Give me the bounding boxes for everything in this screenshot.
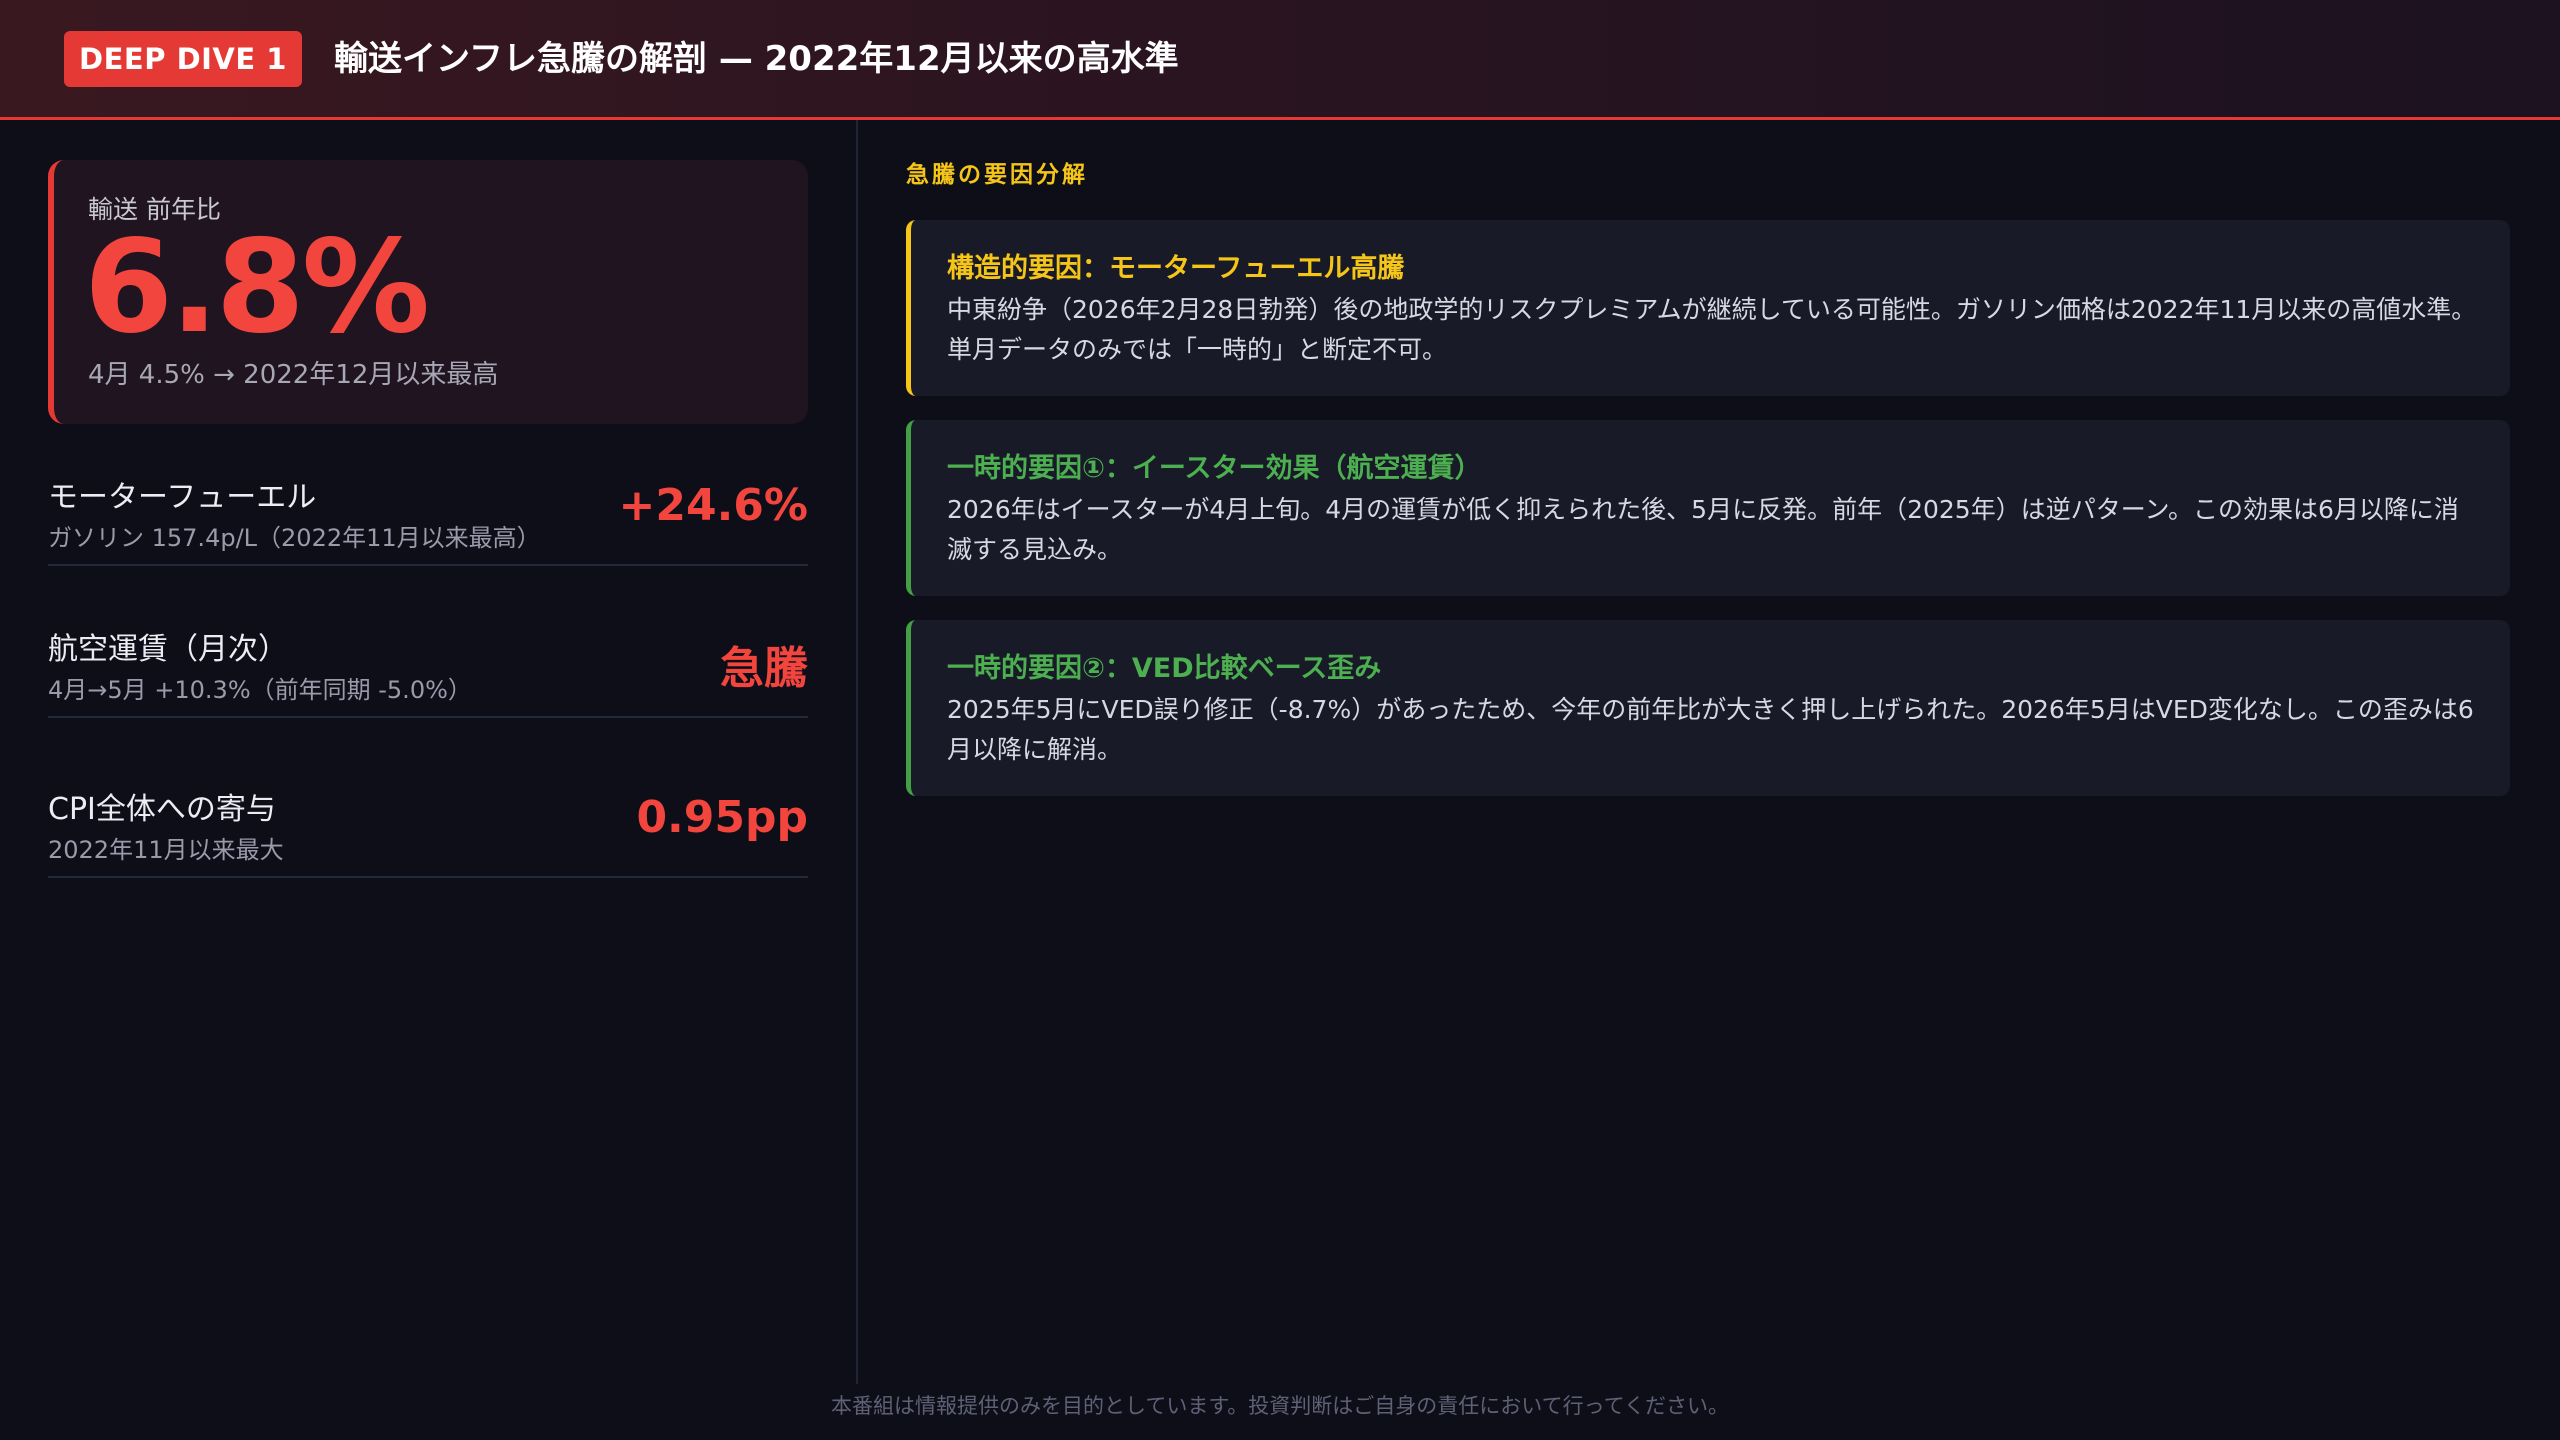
- hero-value: 6.8%: [84, 213, 430, 362]
- factor-card-ved: 一時的要因②：VED比較ベース歪み 2025年5月にVED誤り修正（-8.7%）…: [906, 620, 2510, 796]
- factor-body: 中東紛争（2026年2月28日勃発）後の地政学的リスクプレミアムが継続している可…: [947, 295, 2477, 364]
- metric-name: 航空運賃（月次）: [48, 632, 288, 667]
- column-divider: [856, 120, 858, 1384]
- header-bar: DEEP DIVE 1 輸送インフレ急騰の解剖 — 2022年12月以来の高水準: [0, 0, 2560, 120]
- factor-title: 構造的要因：モーターフューエル高騰: [947, 253, 1405, 284]
- analysis-section-title: 急騰の要因分解: [906, 162, 1088, 188]
- metric-subtext: 2022年11月以来最大: [48, 836, 284, 864]
- metric-row-cpi-contribution: CPI全体への寄与 2022年11月以来最大 0.95pp: [48, 774, 808, 878]
- metric-value: 0.95pp: [636, 792, 808, 843]
- disclaimer-footer: 本番組は情報提供のみを目的としています。投資判断はご自身の責任において行ってくだ…: [831, 1394, 1729, 1418]
- metric-subtext: 4月→5月 +10.3%（前年同期 -5.0%）: [48, 676, 472, 704]
- factor-body: 2025年5月にVED誤り修正（-8.7%）があったため、今年の前年比が大きく押…: [947, 695, 2474, 764]
- factor-card-structural: 構造的要因：モーターフューエル高騰 中東紛争（2026年2月28日勃発）後の地政…: [906, 220, 2510, 396]
- page-title: 輸送インフレ急騰の解剖 — 2022年12月以来の高水準: [334, 39, 1179, 79]
- hero-card: 輸送 前年比 6.8% 4月 4.5% → 2022年12月以来最高: [48, 160, 808, 424]
- metric-name: CPI全体への寄与: [48, 792, 276, 827]
- metric-subtext: ガソリン 157.4p/L（2022年11月以来最高）: [48, 524, 541, 552]
- factor-title: 一時的要因②：VED比較ベース歪み: [947, 653, 1382, 684]
- deep-dive-badge: DEEP DIVE 1: [64, 31, 302, 87]
- metric-name: モーターフューエル: [48, 480, 317, 515]
- metric-row-motor-fuel: モーターフューエル ガソリン 157.4p/L（2022年11月以来最高） +2…: [48, 462, 808, 566]
- factor-title: 一時的要因①：イースター効果（航空運賃）: [947, 453, 1482, 484]
- factor-body: 2026年はイースターが4月上旬。4月の運賃が低く抑えられた後、5月に反発。前年…: [947, 495, 2459, 564]
- factor-card-easter: 一時的要因①：イースター効果（航空運賃） 2026年はイースターが4月上旬。4月…: [906, 420, 2510, 596]
- metric-value: 急騰: [720, 643, 808, 694]
- hero-subtext: 4月 4.5% → 2022年12月以来最高: [88, 360, 499, 390]
- metric-value: +24.6%: [618, 480, 808, 531]
- metric-row-airfare: 航空運賃（月次） 4月→5月 +10.3%（前年同期 -5.0%） 急騰: [48, 614, 808, 718]
